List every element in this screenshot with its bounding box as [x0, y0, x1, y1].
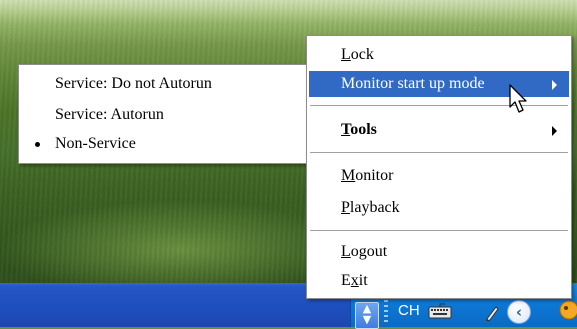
- non-service-item[interactable]: Non-Service: [21, 131, 304, 157]
- language-indicator[interactable]: CH: [398, 299, 420, 323]
- monitor-startup-mode-menu-item[interactable]: Monitor start up mode: [309, 71, 569, 97]
- logout-menu-item[interactable]: Logout: [309, 239, 569, 265]
- menu-separator: [310, 152, 568, 153]
- mouse-pointer-icon: [509, 84, 527, 113]
- pen-icon[interactable]: [484, 304, 500, 322]
- service-do-not-autorun-item[interactable]: Service: Do not Autorun: [21, 71, 304, 97]
- keyboard-icon[interactable]: [428, 302, 452, 320]
- tray-grip-icon: [384, 300, 388, 324]
- tray-scroll-icon[interactable]: ▲ ▼: [355, 302, 379, 329]
- submenu-arrow-icon: [552, 126, 557, 136]
- radio-bullet-icon: [35, 142, 40, 147]
- service-autorun-item[interactable]: Service: Autorun: [21, 102, 304, 128]
- startup-mode-submenu: Service: Do not Autorun Service: Autorun…: [18, 64, 307, 164]
- playback-menu-item[interactable]: Playback: [309, 195, 569, 221]
- tools-menu-item[interactable]: Tools: [309, 117, 569, 143]
- exit-menu-item[interactable]: Exit: [309, 268, 569, 294]
- app-tray-icon[interactable]: [558, 298, 577, 322]
- monitor-menu-item[interactable]: Monitor: [309, 163, 569, 189]
- lock-menu-item[interactable]: Lock: [309, 42, 569, 68]
- back-arrow-icon[interactable]: ‹: [507, 300, 531, 324]
- submenu-arrow-icon: [552, 80, 557, 90]
- tray-context-menu: Lock Monitor start up mode Tools Monitor…: [306, 35, 572, 299]
- menu-separator: [310, 230, 568, 231]
